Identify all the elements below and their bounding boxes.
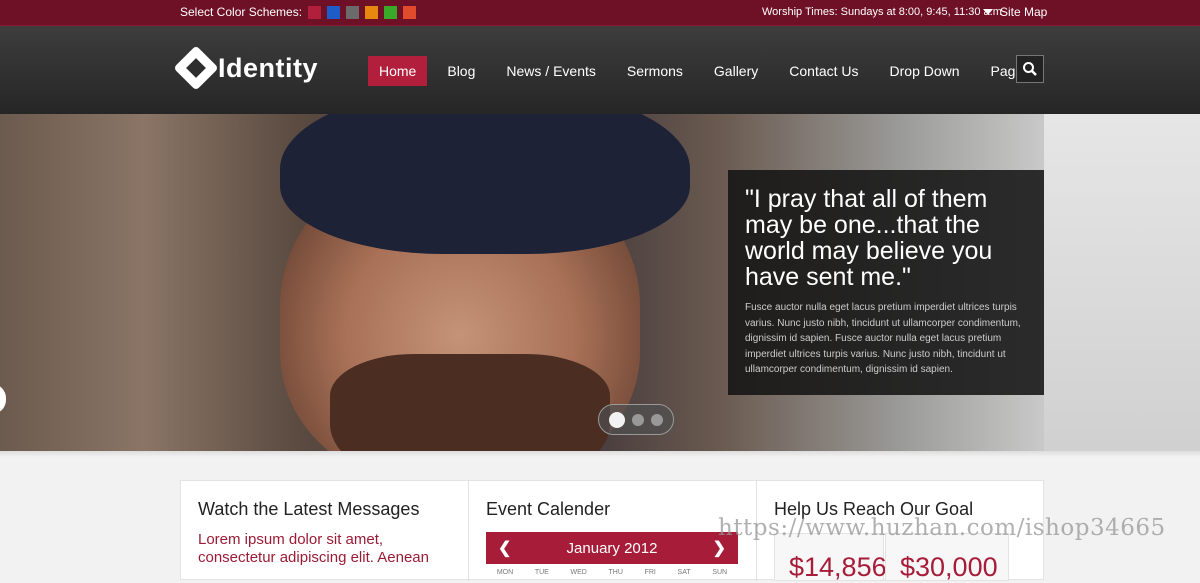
swatch-blue[interactable] [327, 5, 341, 19]
hero-quote-box: "I pray that all of them may be one...th… [728, 170, 1044, 395]
calendar-prev-icon[interactable]: ❮ [498, 538, 511, 558]
worship-times: Worship Times: Sundays at 8:00, 9:45, 11… [762, 6, 1002, 18]
hero-side-panel [1044, 114, 1200, 451]
swatch-tomato[interactable] [403, 5, 417, 19]
calendar-section: Event Calender ❮ January 2012 ❯ MON TUE … [469, 481, 757, 581]
color-schemes: Select Color Schemes: [180, 5, 422, 19]
slider-prev-arrow[interactable] [0, 384, 6, 414]
nav-home[interactable]: Home [368, 56, 428, 86]
divider [0, 451, 1200, 457]
site-map-label: Site Map [1000, 5, 1048, 19]
slider-pagination [598, 404, 674, 435]
calendar-header: ❮ January 2012 ❯ [486, 532, 738, 564]
hero-paragraph: Fusce auctor nulla eget lacus pretium im… [745, 302, 1021, 375]
site-map-link[interactable]: Site Map [983, 5, 1047, 19]
caret-down-icon [983, 9, 993, 15]
swatch-green[interactable] [384, 5, 398, 19]
search-button[interactable] [1016, 55, 1044, 83]
nav-sermons[interactable]: Sermons [616, 56, 694, 86]
hero-photo-beard [330, 354, 610, 451]
color-schemes-label: Select Color Schemes: [180, 5, 303, 19]
slider-dot-3[interactable] [651, 413, 663, 426]
calendar-title: Event Calender [486, 499, 611, 519]
nav-blog[interactable]: Blog [436, 56, 486, 86]
swatch-orange[interactable] [365, 5, 379, 19]
nav-news-events[interactable]: News / Events [495, 56, 606, 86]
nav-gallery[interactable]: Gallery [703, 56, 769, 86]
calendar-month: January 2012 [566, 539, 658, 557]
messages-title: Watch the Latest Messages [198, 499, 420, 519]
calendar-weekdays: MON TUE WED THU FRI SAT SUN [486, 564, 738, 576]
logo-text: Identity [218, 52, 319, 83]
hero-quote: "I pray that all of them may be one...th… [745, 185, 993, 291]
slider-dot-2[interactable] [632, 413, 644, 426]
nav-contact-us[interactable]: Contact Us [778, 56, 869, 86]
logo[interactable]: Identity [173, 45, 319, 91]
messages-text[interactable]: Lorem ipsum dolor sit amet, consectetur … [198, 531, 448, 567]
search-icon [1023, 62, 1037, 76]
calendar-next-icon[interactable]: ❯ [713, 538, 726, 558]
nav-drop-down[interactable]: Drop Down [879, 56, 971, 86]
main-header: Identity Home Blog News / Events Sermons… [0, 26, 1200, 114]
swatch-gray[interactable] [346, 5, 360, 19]
top-bar: Select Color Schemes: Worship Times: Sun… [0, 0, 1200, 26]
main-nav: Home Blog News / Events Sermons Gallery … [368, 56, 1050, 86]
watermark: https://www.huzhan.com/ishop34665 [718, 515, 1166, 541]
slider-dot-1[interactable] [609, 411, 625, 428]
swatch-red[interactable] [308, 5, 322, 19]
hero-photo-cap [280, 114, 690, 254]
messages-section: Watch the Latest Messages Lorem ipsum do… [181, 481, 469, 581]
logo-mark-icon [173, 45, 219, 91]
